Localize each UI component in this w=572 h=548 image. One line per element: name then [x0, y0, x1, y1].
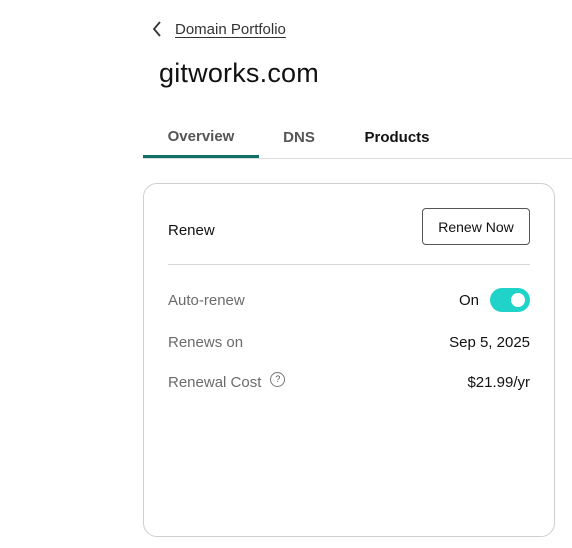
renews-on-row: Renews on Sep 5, 2025 — [168, 331, 530, 353]
renews-on-value: Sep 5, 2025 — [449, 333, 530, 351]
breadcrumb: Domain Portfolio — [148, 19, 286, 39]
chevron-left-icon[interactable] — [148, 19, 166, 39]
renew-card-header: Renew Renew Now — [168, 208, 530, 265]
tab-products[interactable]: Products — [359, 118, 435, 157]
auto-renew-control: On — [459, 288, 530, 312]
renews-on-label: Renews on — [168, 333, 244, 351]
page-title: gitworks.com — [159, 58, 319, 88]
tab-overview[interactable]: Overview — [143, 118, 259, 158]
domain-portfolio-link[interactable]: Domain Portfolio — [175, 21, 286, 38]
help-circle-icon[interactable]: ? — [270, 371, 286, 387]
toggle-knob — [511, 293, 525, 307]
renew-title: Renew — [168, 222, 215, 239]
auto-renew-row: Auto-renew On — [168, 288, 530, 312]
auto-renew-label: Auto-renew — [168, 291, 245, 309]
renewal-cost-label-group: Renewal Cost ? — [168, 371, 286, 391]
renew-card: Renew Renew Now Auto-renew On Renews on … — [143, 183, 555, 537]
renewal-cost-row: Renewal Cost ? $21.99/yr — [168, 371, 530, 393]
renewal-cost-label: Renewal Cost — [168, 373, 262, 391]
renewal-cost-value: $21.99/yr — [467, 373, 530, 391]
tab-bar: Overview DNS Products — [143, 118, 572, 159]
auto-renew-toggle[interactable] — [490, 288, 530, 312]
auto-renew-status: On — [458, 291, 479, 309]
tab-dns[interactable]: DNS — [269, 118, 329, 157]
renew-now-button[interactable]: Renew Now — [422, 208, 530, 245]
